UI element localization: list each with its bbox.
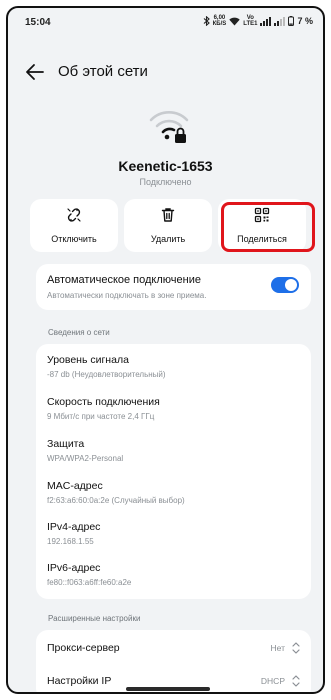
battery-icon: [288, 16, 295, 26]
volte-indicator: Vo LTE1: [243, 15, 257, 27]
info-value: f2:63:a6:60:0a:2e (Случайный выбор): [47, 496, 185, 505]
share-button[interactable]: Поделиться: [218, 199, 306, 252]
details-section-label: Сведения о сети: [48, 328, 110, 337]
page-title: Об этой сети: [58, 63, 148, 80]
info-key: IPv4-адрес: [47, 521, 101, 533]
info-key: Уровень сигнала: [47, 354, 129, 366]
info-value: -87 db (Неудовлетворительный): [47, 370, 166, 379]
signal-icon-2: [274, 16, 286, 26]
proxy-row[interactable]: Прокси-сервер Нет: [47, 640, 301, 660]
proxy-value: Нет: [270, 643, 285, 653]
auto-connect-card[interactable]: Автоматическое подключение Автоматически…: [36, 264, 311, 310]
info-value: 9 Мбит/с при частоте 2,4 ГГц: [47, 412, 155, 421]
info-value: WPA/WPA2-Personal: [47, 454, 124, 463]
auto-connect-subtitle: Автоматически подключать в зоне приема.: [47, 291, 207, 300]
status-bar: 15:04 6,00 КБ/S Vo LTE1 7 %: [8, 8, 323, 34]
info-row-signal: Уровень сигнала -87 db (Неудовлетворител…: [47, 354, 166, 379]
info-row-security: Защита WPA/WPA2-Personal: [47, 438, 123, 463]
gesture-bar[interactable]: [126, 687, 210, 691]
network-speed: 6,00 КБ/S: [213, 15, 227, 27]
auto-connect-toggle[interactable]: [271, 277, 299, 293]
info-key: MAC-адрес: [47, 480, 103, 492]
network-details-card: Уровень сигнала -87 db (Неудовлетворител…: [36, 344, 311, 599]
proxy-label: Прокси-сервер: [47, 642, 120, 654]
delete-button[interactable]: Удалить: [124, 199, 212, 252]
ip-settings-label: Настройки IP: [47, 675, 112, 687]
bluetooth-icon: [203, 16, 210, 26]
phone-screen: 15:04 6,00 КБ/S Vo LTE1 7 % Об этой сети…: [6, 6, 325, 694]
info-key: Скорость подключения: [47, 396, 160, 408]
up-down-chevron-icon: [291, 641, 301, 660]
wifi-lock-icon: [147, 104, 191, 148]
ip-settings-value: DHCP: [260, 676, 285, 686]
battery-percent: 7 %: [297, 16, 313, 26]
disconnect-label: Отключить: [51, 234, 97, 244]
connection-status: Подключено: [139, 177, 192, 187]
status-icons: 6,00 КБ/S Vo LTE1 7 %: [203, 15, 313, 27]
app-header: Об этой сети: [8, 54, 323, 90]
network-speed-unit: КБ/S: [212, 21, 227, 27]
info-row-ipv4: IPv4-адрес 192.168.1.55: [47, 521, 100, 546]
info-key: Защита: [47, 438, 85, 450]
info-value: fe80::f063:a6ff:fe60:a2e: [47, 578, 132, 587]
volte-bottom: LTE1: [243, 21, 258, 27]
disconnect-button[interactable]: Отключить: [30, 199, 118, 252]
trash-icon: [160, 207, 176, 228]
qr-code-icon: [254, 207, 270, 228]
back-arrow-icon[interactable]: [24, 62, 46, 82]
wifi-status-icon: [229, 17, 240, 26]
advanced-section-label: Расширенные настройки: [48, 614, 141, 623]
action-buttons: Отключить Удалить Поделиться: [28, 199, 307, 252]
delete-label: Удалить: [150, 234, 186, 244]
info-row-speed: Скорость подключения 9 Мбит/с при частот…: [47, 396, 160, 421]
share-label: Поделиться: [237, 234, 287, 244]
signal-icon: [260, 16, 272, 26]
info-key: IPv6-адрес: [47, 562, 101, 574]
info-value: 192.168.1.55: [47, 537, 94, 546]
toggle-knob: [285, 279, 297, 291]
advanced-settings-card: Прокси-сервер Нет Настройки IP DHCP: [36, 630, 311, 692]
up-down-chevron-icon: [291, 674, 301, 692]
unlink-icon: [66, 207, 82, 228]
info-row-mac: MAC-адрес f2:63:a6:60:0a:2e (Случайный в…: [47, 480, 185, 505]
auto-connect-title: Автоматическое подключение: [47, 274, 201, 286]
network-name: Keenetic-1653: [118, 158, 213, 174]
info-row-ipv6: IPv6-адрес fe80::f063:a6ff:fe60:a2e: [47, 562, 131, 587]
clock: 15:04: [25, 17, 51, 28]
